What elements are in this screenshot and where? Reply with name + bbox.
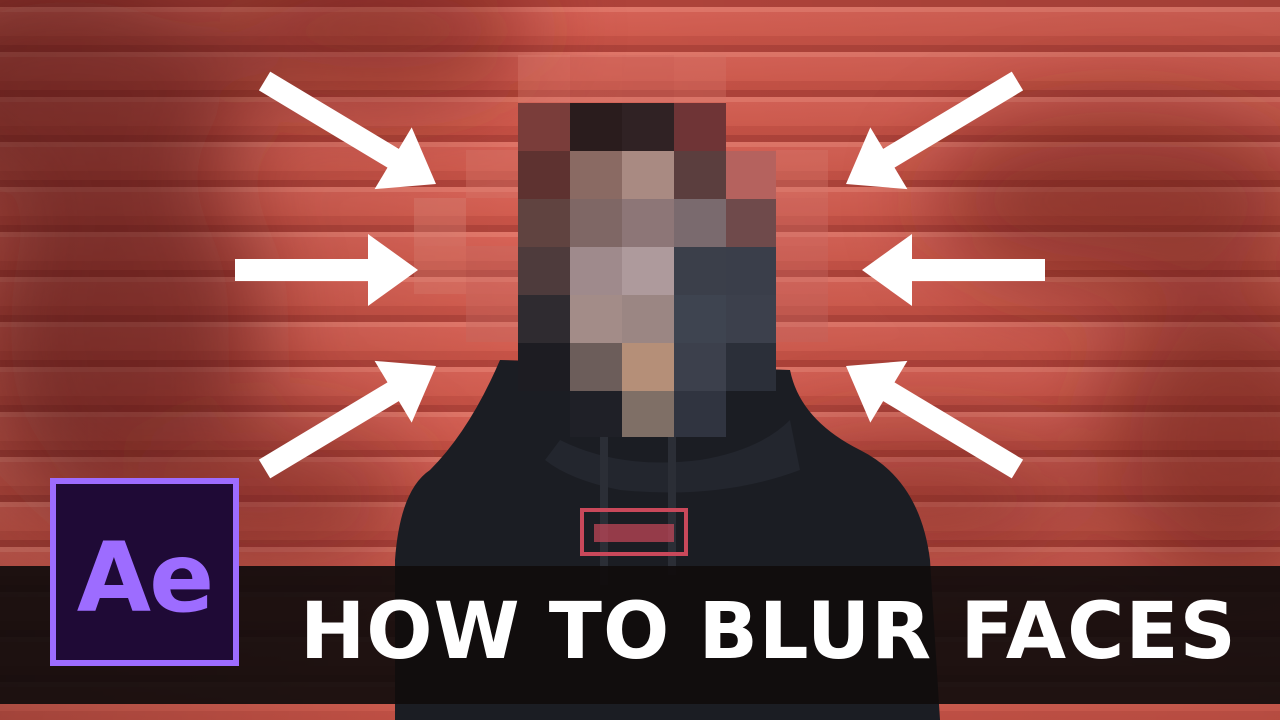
video-thumbnail: Ae HOW TO BLUR FACES bbox=[0, 0, 1280, 720]
video-title: HOW TO BLUR FACES bbox=[300, 587, 1237, 677]
after-effects-logo: Ae bbox=[50, 478, 239, 666]
logo-text: Ae bbox=[76, 522, 214, 634]
